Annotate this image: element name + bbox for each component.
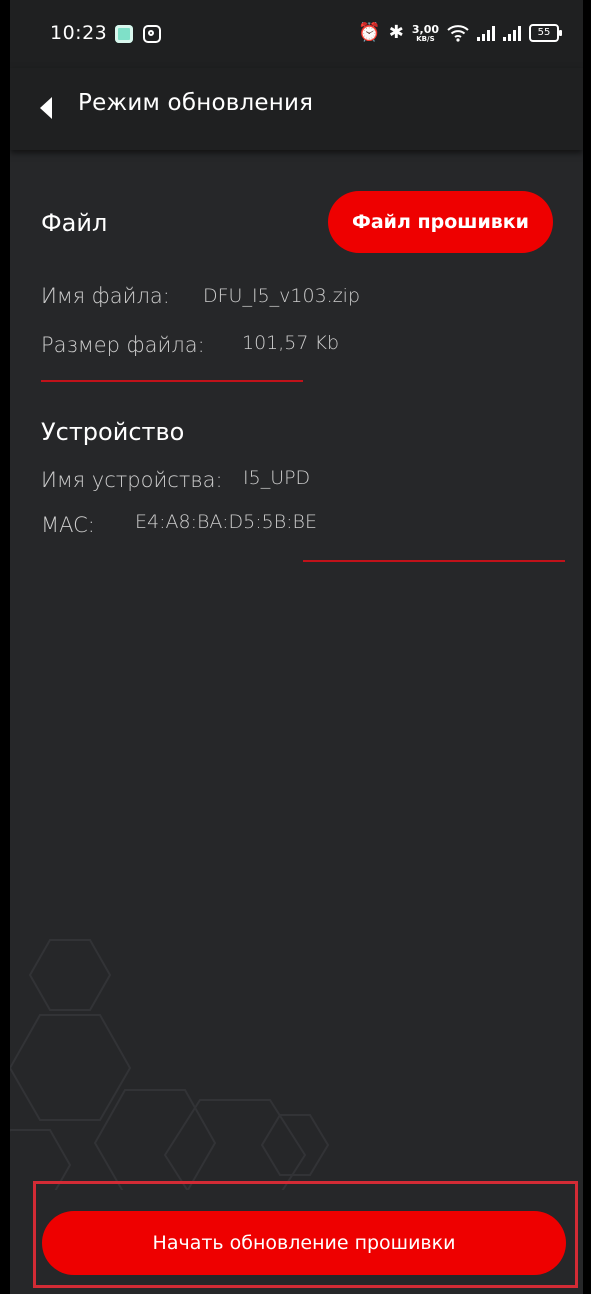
- file-size-value: 101,57 Kb: [242, 332, 340, 354]
- device-name-value: I5_UPD: [243, 467, 311, 489]
- wifi-icon: [447, 25, 469, 42]
- instagram-icon: [143, 25, 161, 43]
- hexagon-background-decoration: [10, 939, 330, 1190]
- battery-icon: 55: [529, 24, 562, 42]
- file-name-label: Имя файла:: [41, 284, 170, 308]
- status-bar: 10:23 ⏰ ✱ 3,00 KB/S 55: [10, 0, 583, 68]
- status-indicators: ⏰ ✱ 3,00 KB/S 55: [358, 20, 562, 46]
- back-button[interactable]: [30, 88, 66, 128]
- file-section-title: Файл: [41, 209, 108, 237]
- mac-label: MAC:: [41, 513, 95, 537]
- select-firmware-file-button[interactable]: Файл прошивки: [328, 191, 553, 253]
- back-arrow-icon: [40, 97, 52, 119]
- signal-icon: [477, 25, 495, 41]
- app-notification-icon: [115, 25, 133, 43]
- network-speed-value: 3,00: [411, 22, 439, 36]
- file-name-value: DFU_I5_v103.zip: [203, 285, 361, 307]
- device-section-divider: [303, 560, 565, 562]
- mac-value: E4:A8:BA:D5:5B:BE: [135, 511, 317, 533]
- start-firmware-update-button[interactable]: Начать обновление прошивки: [42, 1211, 566, 1275]
- device-section-title: Устройство: [41, 418, 185, 446]
- file-size-label: Размер файла:: [41, 333, 205, 357]
- network-speed-unit: KB/S: [416, 34, 435, 43]
- file-section-divider: [41, 380, 303, 382]
- app-screen: 10:23 ⏰ ✱ 3,00 KB/S 55 Режим обновления …: [10, 0, 583, 1294]
- app-header: Режим обновления: [10, 68, 583, 150]
- status-time: 10:23: [50, 22, 108, 44]
- bluetooth-icon: ✱: [388, 22, 404, 43]
- page-title: Режим обновления: [78, 90, 314, 116]
- alarm-icon: ⏰: [358, 22, 381, 43]
- device-name-label: Имя устройства:: [41, 468, 223, 492]
- signal-icon: [503, 25, 521, 41]
- network-speed: 3,00 KB/S: [412, 24, 439, 43]
